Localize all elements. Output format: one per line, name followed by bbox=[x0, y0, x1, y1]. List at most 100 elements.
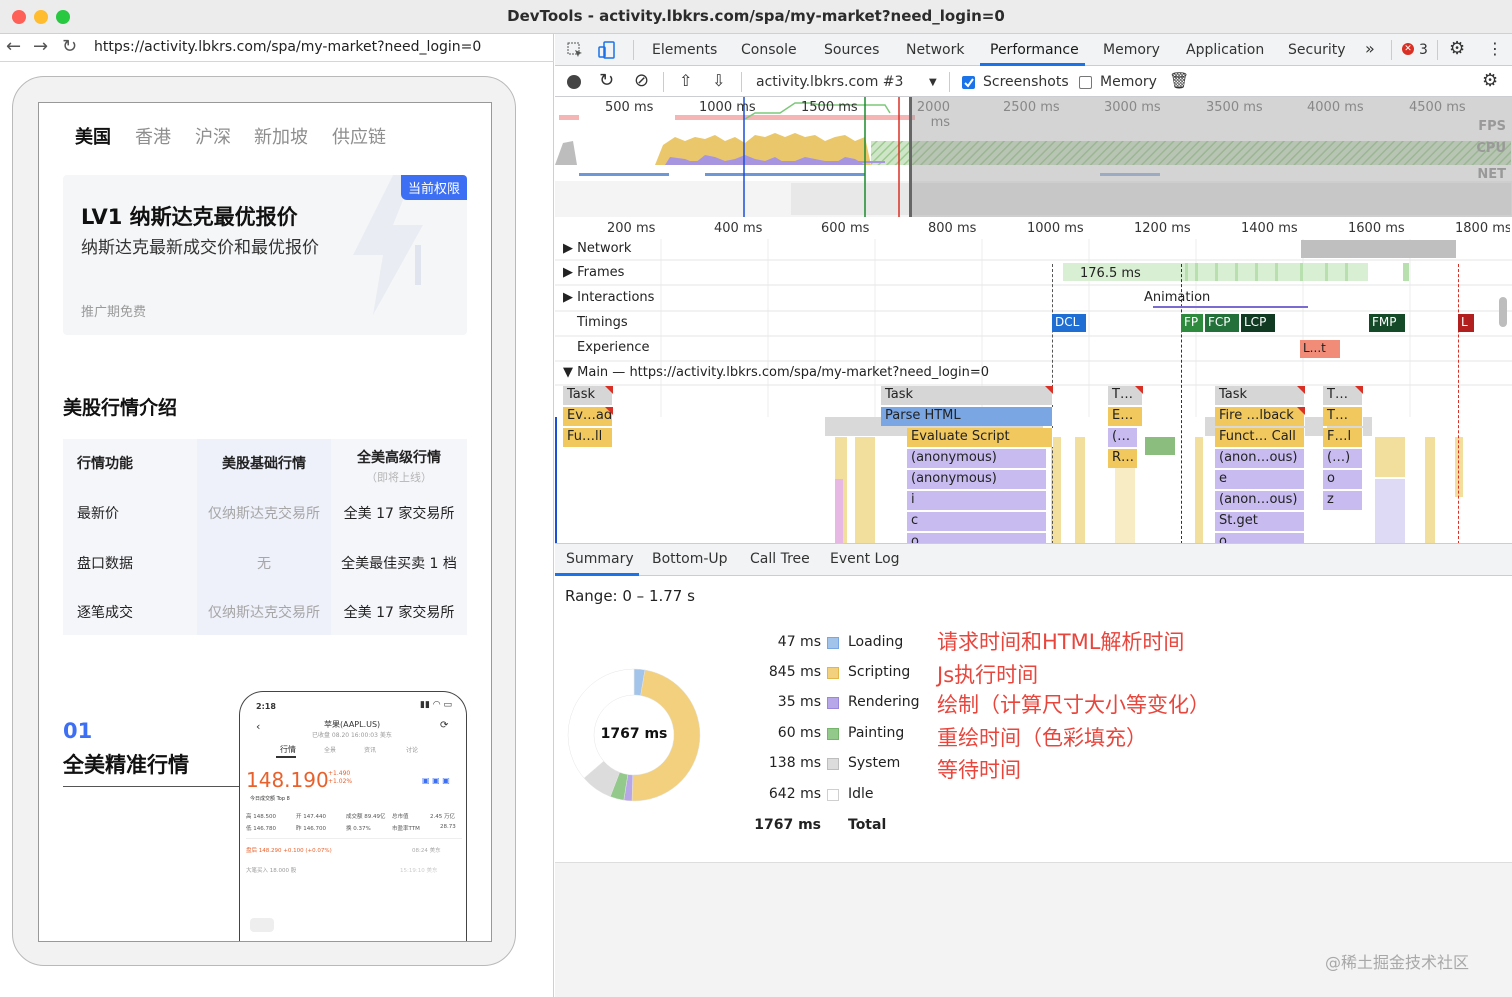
annotation-loading: 请求时间和HTML解析时间 bbox=[937, 630, 1185, 654]
table-col-advanced: 全美高级行情 （即将上线） 全美 17 家交易所 全美最佳买卖 1 档 全美 1… bbox=[331, 439, 467, 635]
settings-gear-icon[interactable]: ⚙ bbox=[1449, 38, 1465, 59]
profile-select[interactable]: activity.lbkrs.com #3 bbox=[756, 74, 903, 90]
clear-icon[interactable]: ⊘ bbox=[634, 70, 649, 91]
flame-function[interactable]: e bbox=[1215, 470, 1305, 489]
market-tab-supply[interactable]: 供应链 bbox=[332, 123, 386, 149]
back-arrow-icon[interactable]: ← bbox=[6, 36, 21, 57]
tab-event-log[interactable]: Event Log bbox=[830, 551, 900, 567]
flame-function[interactable]: (…) bbox=[1323, 449, 1363, 468]
annotation-scripting: Js执行时间 bbox=[937, 663, 1039, 687]
annotation-rendering: 绘制（计算尺寸大小等变化） bbox=[937, 693, 1210, 717]
tab-memory[interactable]: Memory bbox=[1103, 42, 1160, 58]
memory-checkbox[interactable] bbox=[1079, 76, 1092, 89]
long-task-flags bbox=[605, 386, 1363, 415]
table-cell: 盘口数据 bbox=[77, 556, 133, 572]
fp-marker[interactable]: FP bbox=[1181, 314, 1203, 332]
flame-function[interactable]: R… bbox=[1108, 449, 1138, 468]
table-cell: 最新价 bbox=[77, 506, 119, 522]
more-tabs-button[interactable]: » bbox=[1365, 39, 1375, 58]
phone-ticker-time: 15:19:10 美东 bbox=[400, 868, 438, 874]
market-tab-us[interactable]: 美国 bbox=[75, 123, 111, 149]
phone-change-pct: +1.02% bbox=[328, 778, 353, 785]
frames-track[interactable]: ▶ Frames bbox=[563, 265, 624, 280]
flame-function[interactable]: o bbox=[907, 533, 1047, 543]
trash-icon[interactable]: 🗑 bbox=[1169, 71, 1189, 90]
flame-function[interactable]: (anon…ous) bbox=[1215, 449, 1305, 468]
record-button[interactable] bbox=[567, 75, 581, 89]
phone-ticker: 大笔买入 18.000 股 bbox=[246, 868, 297, 874]
url-field[interactable]: https://activity.lbkrs.com/spa/my-market… bbox=[94, 39, 481, 55]
reload-profile-icon[interactable]: ↻ bbox=[599, 70, 614, 91]
error-icon[interactable]: ✕ bbox=[1402, 43, 1414, 55]
device-toolbar-icon[interactable] bbox=[598, 41, 616, 59]
download-profile-icon[interactable]: ⇩ bbox=[712, 71, 725, 90]
inspect-element-icon[interactable] bbox=[567, 42, 583, 58]
table-cell: 全美 17 家交易所 bbox=[343, 506, 455, 522]
tab-security[interactable]: Security bbox=[1288, 42, 1346, 58]
flame-function-call[interactable]: Funct… Call bbox=[1215, 428, 1305, 447]
table-header: 美股基础行情 bbox=[222, 456, 306, 472]
frame-time[interactable]: 176.5 ms bbox=[1080, 266, 1141, 281]
kebab-menu-icon[interactable]: ⋮ bbox=[1487, 39, 1503, 58]
overview-tick: 2000 ms bbox=[916, 100, 950, 130]
permission-card[interactable]: 当前权限 LV1 纳斯达克最优报价 纳斯达克最新成交价和最优报价 推广期免费 bbox=[63, 175, 467, 335]
flame-function[interactable]: (anon…ous) bbox=[1215, 491, 1305, 510]
flame-function[interactable]: o bbox=[1215, 533, 1305, 543]
phone-change: +1.490 bbox=[328, 770, 351, 777]
upload-profile-icon[interactable]: ⇧ bbox=[679, 71, 692, 90]
flame-function[interactable]: c bbox=[907, 512, 1047, 531]
timeline-tracks[interactable]: ▶ Network ▶ Frames 176.5 ms ▶ Interactio… bbox=[555, 239, 1512, 544]
fcp-marker[interactable]: FCP bbox=[1205, 314, 1239, 332]
interactions-track-label: Interactions bbox=[577, 290, 655, 305]
flame-function[interactable]: (… bbox=[1108, 428, 1138, 447]
flame-function[interactable]: St.get bbox=[1215, 512, 1305, 531]
load-marker[interactable]: L bbox=[1458, 314, 1474, 332]
timeline-tick: 1800 ms bbox=[1455, 221, 1510, 236]
flame-function[interactable]: i bbox=[907, 491, 1047, 510]
screenshots-checkbox[interactable] bbox=[962, 76, 975, 89]
dcl-marker[interactable]: DCL bbox=[1052, 314, 1086, 332]
tab-sources[interactable]: Sources bbox=[824, 42, 879, 58]
flame-function[interactable]: (anonymous) bbox=[907, 449, 1047, 468]
tracks-scrollbar[interactable] bbox=[1499, 297, 1507, 327]
feature-number: 01 bbox=[63, 719, 93, 743]
flame-function[interactable]: Fu…ll bbox=[563, 428, 613, 447]
tab-summary[interactable]: Summary bbox=[566, 551, 634, 567]
tab-bottom-up[interactable]: Bottom-Up bbox=[652, 551, 728, 567]
lcp-marker[interactable]: LCP bbox=[1241, 314, 1275, 332]
phone-stat: 昨 146.700 bbox=[296, 826, 326, 832]
flame-function[interactable]: o bbox=[1323, 470, 1363, 489]
table-header-note: （即将上线） bbox=[366, 471, 432, 484]
flame-evaluate-script[interactable]: Evaluate Script bbox=[907, 428, 1053, 447]
timeline-overview[interactable]: 500 ms 1000 ms 1500 ms 2000 ms 2500 ms 3… bbox=[555, 97, 1512, 217]
fmp-marker[interactable]: FMP bbox=[1369, 314, 1405, 332]
flame-function[interactable]: F…l bbox=[1323, 428, 1363, 447]
overview-tick: 4500 ms bbox=[1409, 100, 1466, 115]
network-track[interactable]: ▶ Network bbox=[563, 241, 631, 256]
phone-ticker-time: 08:24 美东 bbox=[412, 848, 441, 854]
summary-label: Loading bbox=[848, 634, 904, 650]
animation-label[interactable]: Animation bbox=[1144, 290, 1210, 305]
summary-ms: 845 ms bbox=[768, 664, 821, 680]
reload-icon[interactable]: ↻ bbox=[62, 36, 77, 57]
tab-console[interactable]: Console bbox=[741, 42, 797, 58]
forward-arrow-icon[interactable]: → bbox=[33, 36, 48, 57]
phone-stat: 2.45 万亿 bbox=[430, 814, 455, 820]
capture-settings-gear-icon[interactable]: ⚙ bbox=[1482, 70, 1498, 91]
tab-performance[interactable]: Performance bbox=[990, 42, 1079, 58]
window-titlebar: DevTools - activity.lbkrs.com/spa/my-mar… bbox=[0, 0, 1512, 34]
error-count[interactable]: 3 bbox=[1419, 42, 1428, 58]
market-tab-sg[interactable]: 新加坡 bbox=[254, 123, 308, 149]
market-tab-cn[interactable]: 沪深 bbox=[195, 123, 231, 149]
tab-call-tree[interactable]: Call Tree bbox=[750, 551, 810, 567]
market-tab-hk[interactable]: 香港 bbox=[135, 123, 171, 149]
tab-network[interactable]: Network bbox=[906, 42, 964, 58]
flame-function[interactable]: z bbox=[1323, 491, 1363, 510]
tab-elements[interactable]: Elements bbox=[652, 42, 717, 58]
main-thread-track[interactable]: ▼ Main — https://activity.lbkrs.com/spa/… bbox=[563, 365, 989, 380]
chevron-down-icon[interactable]: ▼ bbox=[929, 77, 937, 88]
tab-application[interactable]: Application bbox=[1186, 42, 1264, 58]
interactions-track[interactable]: ▶ Interactions bbox=[563, 290, 654, 305]
layout-shift-marker[interactable]: L...t bbox=[1300, 340, 1340, 358]
flame-function[interactable]: (anonymous) bbox=[907, 470, 1047, 489]
